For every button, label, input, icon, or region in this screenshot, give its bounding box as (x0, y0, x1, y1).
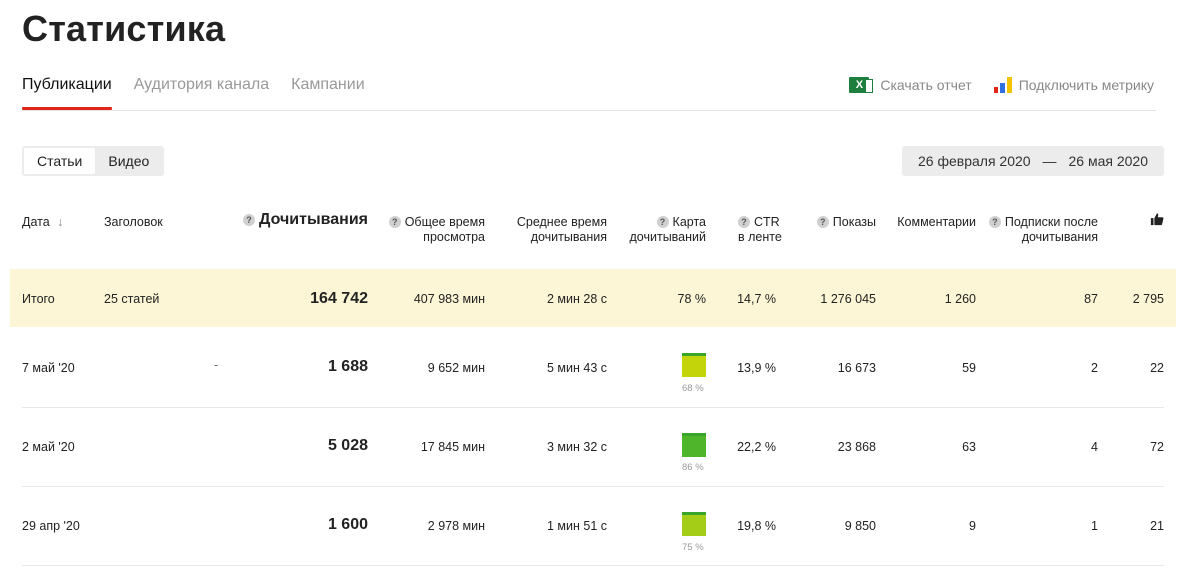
total-ctr: 14,7 % (737, 292, 776, 306)
total-label: Итого (22, 292, 55, 306)
header-views-label: Показы (832, 215, 876, 229)
total-likes: 2 795 (1132, 292, 1164, 306)
download-report-label: Скачать отчет (880, 77, 972, 93)
connect-metrika-button[interactable]: Подключить метрику (993, 77, 1154, 93)
reads-map-percent: 86 % (682, 462, 704, 473)
row-date: 2 май '20 (22, 440, 75, 454)
header-reads-label: Дочитывания (259, 211, 368, 228)
header-subs-line1: Подписки после (1004, 215, 1098, 229)
help-icon[interactable]: ? (738, 216, 750, 228)
row-ctr: 22,2 % (737, 440, 776, 454)
header-total-time[interactable]: ? Общее время просмотра (380, 215, 485, 245)
header-title: Заголовок (104, 215, 163, 229)
total-map: 78 % (677, 292, 707, 306)
tab-campaigns[interactable]: Кампании (291, 76, 365, 108)
row-reads: 1 600 (327, 516, 368, 533)
date-range-picker[interactable]: 26 февраля 2020 — 26 мая 2020 (902, 146, 1164, 176)
header-ctr-line1: CTR (754, 215, 780, 229)
row-reads: 5 028 (327, 437, 368, 454)
reads-map-percent: 75 % (682, 542, 704, 553)
connect-metrika-label: Подключить метрику (1018, 77, 1154, 93)
row-comments: 63 (962, 440, 976, 454)
row-total-time: 9 652 мин (427, 361, 485, 375)
excel-icon: X (849, 77, 874, 93)
row-likes: 21 (1150, 519, 1164, 533)
header-ctr-line2: в ленте (738, 230, 782, 244)
header-total-time-line2: просмотра (423, 230, 485, 244)
page-title: Статистика (22, 8, 226, 49)
header-avg-time[interactable]: Среднее время дочитывания (496, 215, 607, 245)
row-total-time: 17 845 мин (420, 440, 485, 454)
total-views: 1 276 045 (820, 292, 876, 306)
date-separator: — (1042, 153, 1057, 169)
row-divider (22, 486, 1164, 487)
header-date-label: Дата (22, 215, 50, 229)
row-likes: 22 (1150, 361, 1164, 375)
help-icon[interactable]: ? (816, 216, 829, 228)
thumbs-up-icon[interactable] (1150, 212, 1164, 226)
header-ctr[interactable]: ? CTR в ленте (738, 215, 782, 245)
row-comments: 59 (962, 361, 976, 375)
top-actions: X Скачать отчет Подключить метрику (849, 77, 1154, 93)
reads-map-percent: 68 % (682, 383, 704, 394)
download-report-button[interactable]: X Скачать отчет (849, 77, 972, 93)
total-avg-time: 2 мин 28 с (546, 292, 607, 306)
row-avg-time: 3 мин 32 с (546, 440, 607, 454)
total-subscriptions: 87 (1084, 292, 1098, 306)
header-date[interactable]: Дата ↓ (22, 215, 63, 230)
metrika-icon (993, 77, 1012, 93)
help-icon[interactable]: ? (988, 216, 1001, 228)
row-total-time: 2 978 мин (427, 519, 485, 533)
header-subs-line2: дочитывания (1021, 230, 1098, 244)
row-subscriptions: 2 (1091, 361, 1098, 375)
date-from: 26 февраля 2020 (918, 153, 1031, 169)
total-time: 407 983 мин (413, 292, 485, 306)
row-title[interactable]: - (214, 358, 218, 372)
content-type-video[interactable]: Видео (95, 148, 162, 174)
content-type-switch: Статьи Видео (22, 146, 165, 176)
row-views: 23 868 (837, 440, 876, 454)
help-icon[interactable]: ? (656, 216, 669, 228)
total-comments: 1 260 (944, 292, 976, 306)
row-ctr: 19,8 % (737, 519, 776, 533)
header-map-line1: Карта (672, 215, 706, 229)
row-divider (22, 407, 1164, 408)
content-type-articles[interactable]: Статьи (24, 148, 96, 174)
row-subscriptions: 4 (1091, 440, 1098, 454)
row-subscriptions: 1 (1091, 519, 1098, 533)
row-divider (22, 565, 1164, 566)
total-reads: 164 742 (310, 290, 368, 307)
header-avg-time-line2: дочитывания (530, 230, 607, 244)
header-reads-map[interactable]: ? Карта дочитываний (620, 215, 707, 245)
row-date: 29 апр '20 (22, 519, 80, 533)
tab-channel-audience[interactable]: Аудитория канала (134, 76, 269, 108)
header-avg-time-line1: Среднее время (516, 215, 607, 229)
row-likes: 72 (1150, 440, 1164, 454)
tab-publications[interactable]: Публикации (22, 76, 112, 110)
tabs: Публикации Аудитория канала Кампании (22, 76, 365, 110)
row-views: 16 673 (837, 361, 876, 375)
total-articles-count: 25 статей (104, 292, 160, 306)
row-views: 9 850 (844, 519, 876, 533)
help-icon[interactable]: ? (243, 214, 256, 226)
row-avg-time: 1 мин 51 с (546, 519, 607, 533)
row-date: 7 май '20 (22, 361, 75, 375)
header-views[interactable]: ? Показы (790, 215, 876, 230)
row-reads: 1 688 (327, 358, 368, 375)
header-total-time-line1: Общее время (404, 215, 485, 229)
header-subscriptions[interactable]: ? Подписки после дочитывания (980, 215, 1098, 245)
header-comments[interactable]: Комментарии (886, 215, 976, 230)
header-reads[interactable]: ? Дочитывания (240, 212, 368, 228)
date-to: 26 мая 2020 (1068, 153, 1149, 169)
sort-arrow-icon: ↓ (57, 215, 64, 229)
tabs-divider (22, 110, 1156, 111)
row-comments: 9 (969, 519, 976, 533)
row-ctr: 13,9 % (737, 361, 776, 375)
row-avg-time: 5 мин 43 с (546, 361, 607, 375)
help-icon[interactable]: ? (388, 216, 401, 228)
header-map-line2: дочитываний (629, 230, 707, 244)
